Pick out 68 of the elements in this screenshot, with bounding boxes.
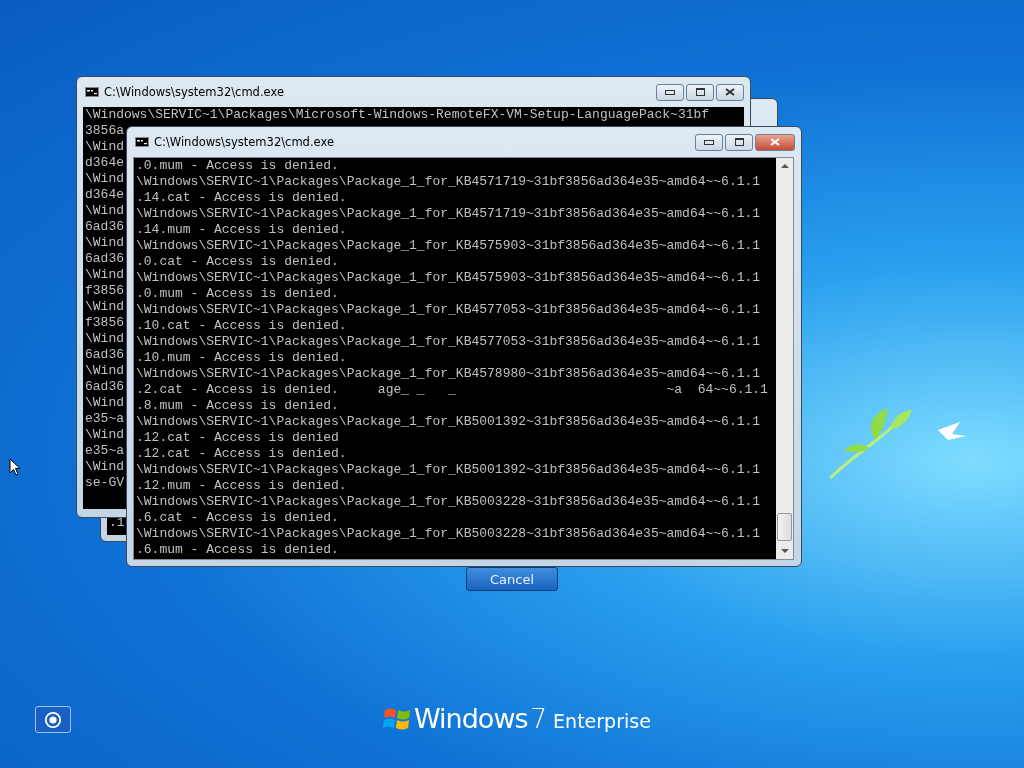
version-number: 7	[530, 704, 548, 734]
console-line: 3856a	[85, 123, 124, 139]
console-line: \Windows\SERVIC~1\Packages\Package_1_for_KB4577053~31bf3856ad364e35~amd64~~6.1.1	[136, 302, 761, 318]
scrollbar[interactable]	[776, 158, 793, 559]
console-line: \Wind	[85, 395, 124, 411]
console-line: \Windows\SERVIC~1\Packages\Package_1_for_KB4575903~31bf3856ad364e35~amd64~~6.1.1	[136, 270, 761, 286]
console-icon	[135, 137, 149, 147]
console-line: \Wind	[85, 331, 124, 347]
maximize-button[interactable]	[686, 83, 714, 101]
console-line: \Windows\SERVIC~1\Packages\Package_1_for_KB5003228~31bf3856ad364e35~amd64~~6.1.1	[136, 494, 761, 510]
console-line: d364e	[85, 187, 124, 203]
maximize-button[interactable]	[725, 133, 753, 151]
console-line: \Windows\SERVIC~1\Packages\Package_1_for_KB5001392~31bf3856ad364e35~amd64~~6.1.1	[136, 462, 761, 478]
accessibility-icon	[44, 710, 62, 729]
console-line: \Wind	[85, 267, 124, 283]
console-line: .14.mum - Access is denied.	[136, 222, 347, 238]
edition-name: Enterprise	[553, 710, 651, 732]
console-line: .0.mum - Access is denied.	[136, 158, 339, 174]
console-line: se-GV	[85, 475, 124, 491]
console-line: .0.mum - Access is denied.	[136, 286, 339, 302]
console-line: f3856	[85, 315, 124, 331]
console-line: \Windows\SERVIC~1\Packages\Package_1_for_KB5001392~31bf3856ad364e35~amd64~~6.1.1	[136, 414, 761, 430]
console-line: \Windows\SERVIC~1\Packages\Package_1_for_KB4571719~31bf3856ad364e35~amd64~~6.1.1	[136, 206, 761, 222]
minimize-button[interactable]	[695, 133, 723, 151]
console-line: f3856	[85, 283, 124, 299]
console-line: .14.cat - Access is denied.	[136, 190, 347, 206]
console-line: .2.cat - Access is denied. age_ _ _ ~a 64~~6.1.1	[136, 382, 768, 398]
console-line: .0.cat - Access is denied.	[136, 254, 339, 270]
console-line: \Wind	[85, 139, 124, 155]
console-line: 6ad36	[85, 379, 124, 395]
minimize-button[interactable]	[656, 83, 684, 101]
console-line: .10.cat - Access is denied.	[136, 318, 347, 334]
mouse-pointer-icon	[9, 458, 21, 476]
console-line: \Windows\SERVIC~1\Packages\Package_1_for_KB4575903~31bf3856ad364e35~amd64~~6.1.1	[136, 238, 761, 254]
console-line: \Wind	[85, 299, 124, 315]
console-line: \Windows\SERVIC~1\Packages\Package_1_for_KB4578980~31bf3856ad364e35~amd64~~6.1.1	[136, 366, 761, 382]
console-line: .8.mum - Access is denied.	[136, 398, 339, 414]
console-line: .6.cat - Access is denied.	[136, 510, 339, 526]
console-line: \Wind	[85, 459, 124, 475]
console-line: \Windows\SERVIC~1\Packages\Package_1_for_KB5003228~31bf3856ad364e35~amd64~~6.1.1	[136, 526, 761, 542]
console-line: \Wind	[85, 363, 124, 379]
console-line: d364e	[85, 155, 124, 171]
console-line: \Windows\SERVIC~1\Packages\Package_1_for_KB4571719~31bf3856ad364e35~amd64~~6.1.1	[136, 174, 761, 190]
product-name: Windows	[414, 703, 528, 734]
console-line: .10.mum - Access is denied.	[136, 350, 347, 366]
console-line: \Wind	[85, 203, 124, 219]
console-line: 6ad36	[85, 219, 124, 235]
console-line: \Wind	[85, 235, 124, 251]
console-line: e35~a	[85, 411, 124, 427]
console-line: 6ad36	[85, 347, 124, 363]
window-title: C:\Windows\system32\cmd.exe	[154, 135, 335, 149]
console-line: .12.cat - Access is denied.	[136, 446, 347, 462]
accessibility-button[interactable]	[35, 706, 71, 733]
console-line: .6.mum - Access is denied.	[136, 542, 339, 558]
console-line: e35~a	[85, 443, 124, 459]
cancel-button[interactable]: Cancel	[466, 567, 558, 591]
console-line: .12.mum - Access is denied.	[136, 478, 347, 494]
console-line: \Wind	[85, 171, 124, 187]
console-line: \Wind	[85, 427, 124, 443]
close-button[interactable]	[716, 83, 744, 101]
console-line: \Windows\SERVIC~1\Packages\Microsoft-Windows-RemoteFX-VM-Setup-LanguagePack~31bf	[85, 107, 710, 123]
console-line: .12.cat - Access is denied	[136, 430, 339, 446]
window-title: C:\Windows\system32\cmd.exe	[104, 85, 285, 99]
close-icon	[725, 88, 735, 96]
console-line: \Windows\SERVIC~1\Packages\Package_1_for_KB4577053~31bf3856ad364e35~amd64~~6.1.1	[136, 334, 761, 350]
console-line: 6ad36	[85, 251, 124, 267]
console-icon	[85, 87, 99, 97]
close-icon	[770, 138, 780, 146]
